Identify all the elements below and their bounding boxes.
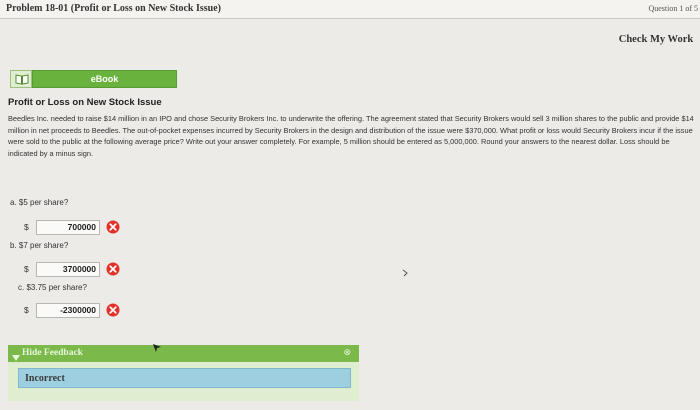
problem-title: Problem 18-01 (Profit or Loss on New Sto… (6, 3, 221, 14)
question-c-label: c. $3.75 per share? (18, 283, 87, 292)
feedback-panel: Hide Feedback ⊗ Incorrect (8, 345, 359, 401)
cursor-mark-icon (402, 264, 408, 282)
answer-input-a[interactable]: 700000 (36, 220, 100, 235)
currency-symbol: $ (24, 264, 29, 274)
feedback-message: Incorrect (25, 373, 65, 384)
incorrect-x-icon (106, 220, 120, 239)
answer-input-c[interactable]: -2300000 (36, 303, 100, 318)
book-icon (10, 70, 32, 88)
title-bar: Problem 18-01 (Profit or Loss on New Sto… (0, 0, 700, 19)
triangle-down-icon (12, 349, 20, 367)
question-b-label: b. $7 per share? (10, 241, 69, 250)
problem-text: Beedles Inc. needed to raise $14 million… (8, 114, 694, 158)
currency-symbol: $ (24, 222, 29, 232)
hide-feedback-toggle[interactable]: Hide Feedback ⊗ (8, 345, 359, 362)
question-a-label: a. $5 per share? (10, 198, 69, 207)
ebook-link[interactable]: eBook (10, 70, 177, 88)
currency-symbol: $ (24, 305, 29, 315)
close-feedback-icon[interactable]: ⊗ (343, 347, 351, 358)
mouse-cursor-icon (152, 340, 162, 358)
answer-input-b[interactable]: 3700000 (36, 262, 100, 277)
check-my-work-button[interactable]: Check My Work (616, 30, 696, 50)
problem-heading: Profit or Loss on New Stock Issue (8, 97, 162, 108)
incorrect-x-icon (106, 262, 120, 281)
incorrect-x-icon (106, 303, 120, 322)
ebook-label: eBook (32, 70, 177, 88)
feedback-message-box: Incorrect (18, 368, 351, 388)
hide-feedback-label: Hide Feedback (22, 348, 83, 358)
question-navigator[interactable]: Question 1 of 5 (648, 4, 698, 13)
